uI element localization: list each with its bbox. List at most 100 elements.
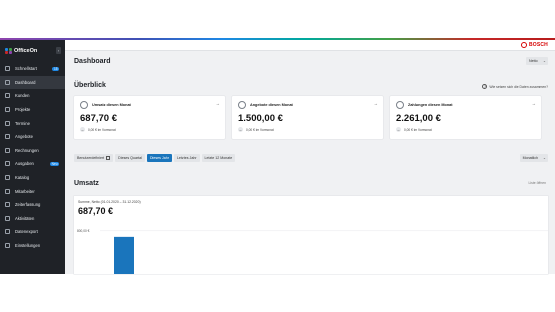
sidebar-badge: 15: [52, 66, 59, 71]
document-icon: [238, 101, 246, 109]
sidebar-item-label: Termine: [15, 120, 30, 126]
timetracking-icon: [5, 202, 10, 208]
catalog-icon: [5, 175, 10, 181]
custom-range-label: Benutzerdefiniert: [77, 156, 105, 160]
granularity-value: Monatlich: [522, 156, 538, 160]
sidebar-item-einstellungen[interactable]: Einstellungen: [0, 239, 65, 253]
granularity-select[interactable]: Monatlich ⌄: [519, 154, 548, 162]
sidebar-item-katalog[interactable]: Katalog: [0, 171, 65, 185]
offers-card[interactable]: Angebote diesen Monat → 1.500,00 € –0,00…: [232, 96, 383, 139]
bosch-ring-icon: [520, 42, 527, 48]
period-filters: Benutzerdefiniert Dieses Quartal Dieses …: [74, 154, 236, 162]
main-content: BOSCH Dashboard Netto ⌄ Überblick ? Wie …: [65, 40, 555, 274]
filter-last-year[interactable]: Letztes Jahr: [173, 154, 200, 162]
sidebar-item-ausgaben[interactable]: Ausgaben Neu: [0, 157, 65, 171]
sidebar-item-label: Zeiterfassung: [15, 202, 41, 208]
top-bar: BOSCH: [65, 40, 555, 51]
help-icon: ?: [482, 84, 488, 89]
customers-icon: [5, 93, 10, 99]
payments-card[interactable]: Zahlungen diesen Monat → 2.261,00 € –0,0…: [390, 96, 541, 139]
trend-flat-icon: –: [396, 127, 401, 132]
card-comparison: 0,00 € im Vormonat: [404, 127, 432, 132]
sidebar-item-termine[interactable]: Termine: [0, 116, 65, 130]
sidebar-item-label: Schnellstart: [15, 66, 37, 72]
sidebar-badge: Neu: [50, 161, 59, 167]
revenue-icon: [80, 101, 88, 109]
filter-this-year[interactable]: Dieses Jahr: [146, 154, 172, 162]
sidebar-item-label: Katalog: [15, 175, 30, 181]
sidebar-item-label: Dashboard: [15, 79, 36, 85]
filter-this-quarter[interactable]: Dieses Quartal: [115, 154, 145, 162]
sidebar-item-label: Datenexport: [15, 229, 38, 235]
data-help-text: Wie setzen sich die Daten zusammen?: [489, 84, 548, 89]
revenue-title: Umsatz: [74, 180, 99, 187]
sidebar-item-schnellstart[interactable]: Schnellstart 15: [0, 62, 65, 76]
app-brand: OfficeOn ‹: [5, 46, 63, 56]
chevron-down-icon: ⌄: [542, 59, 546, 63]
sidebar-item-label: Rechnungen: [15, 147, 39, 153]
settings-icon: [5, 243, 10, 249]
collapse-sidebar-button[interactable]: ‹: [56, 47, 61, 54]
sidebar-item-kunden[interactable]: Kunden: [0, 89, 65, 103]
sidebar-item-label: Projekte: [15, 107, 31, 113]
sidebar-item-dashboard[interactable]: Dashboard: [0, 75, 65, 90]
card-comparison: 0,00 € im Vormonat: [88, 127, 116, 132]
chart-subtitle: Summe, Netto (01.01.2020 – 31.12.2020): [78, 200, 141, 204]
arrow-right-icon[interactable]: →: [532, 101, 536, 106]
chart-total: 687,70 €: [78, 206, 114, 216]
netto-select-value: Netto: [529, 59, 538, 63]
sidebar-item-label: Angebote: [15, 134, 33, 140]
bosch-logo: BOSCH: [520, 42, 548, 48]
trend-flat-icon: –: [238, 127, 243, 132]
sidebar-item-label: Ausgaben: [15, 161, 34, 167]
sidebar-item-label: Kunden: [15, 93, 30, 99]
sidebar-item-angebote[interactable]: Angebote: [0, 130, 65, 144]
expenses-icon: [5, 161, 10, 167]
offers-icon: [5, 134, 10, 140]
revenue-chart-card: Summe, Netto (01.01.2020 – 31.12.2020) 6…: [74, 196, 548, 274]
projects-icon: [5, 107, 10, 113]
calendar-icon: [5, 120, 10, 126]
sidebar-item-aktivit-ten[interactable]: Aktivitäten: [0, 212, 65, 226]
open-list-link[interactable]: Liste öffnen: [529, 181, 546, 185]
sidebar-item-projekte[interactable]: Projekte: [0, 103, 65, 117]
sidebar-item-label: Mitarbeiter: [15, 188, 35, 194]
revenue-card[interactable]: Umsatz diesen Monat → 687,70 € –0,00 € i…: [74, 96, 225, 139]
bosch-wordmark: BOSCH: [528, 42, 548, 48]
rocket-icon: [5, 66, 10, 72]
revenue-chart: 800,00 €: [77, 229, 548, 274]
calendar-icon: [106, 156, 111, 160]
arrow-right-icon[interactable]: →: [374, 101, 378, 106]
sidebar-item-zeiterfassung[interactable]: Zeiterfassung: [0, 198, 65, 212]
netto-select[interactable]: Netto ⌄: [526, 57, 548, 65]
card-title: Zahlungen diesen Monat: [408, 103, 453, 107]
dashboard-icon: [5, 79, 10, 85]
sidebar-item-label: Aktivitäten: [15, 215, 35, 221]
sidebar-item-rechnungen[interactable]: Rechnungen: [0, 144, 65, 158]
sidebar-item-mitarbeiter[interactable]: Mitarbeiter: [0, 184, 65, 198]
invoices-icon: [5, 147, 10, 153]
payment-icon: [396, 101, 404, 109]
page-title: Dashboard: [74, 58, 111, 65]
card-value: 687,70 €: [80, 113, 117, 124]
sidebar-item-datenexport[interactable]: Datenexport: [0, 225, 65, 239]
card-value: 1.500,00 €: [238, 113, 283, 124]
card-title: Angebote diesen Monat: [250, 103, 293, 107]
card-comparison: 0,00 € im Vormonat: [246, 127, 274, 132]
app-name: OfficeOn: [14, 48, 38, 54]
sidebar-nav: Schnellstart 15 Dashboard Kunden Projekte Ter…: [0, 62, 65, 252]
arrow-right-icon[interactable]: →: [216, 101, 220, 106]
y-tick-label: 800,00 €: [77, 229, 90, 233]
card-title: Umsatz diesen Monat: [92, 103, 131, 107]
card-value: 2.261,00 €: [396, 113, 441, 124]
officeon-logo-icon: [5, 47, 12, 55]
chart-bar[interactable]: [114, 236, 134, 274]
filter-last-12-months[interactable]: Letzte 12 Monate: [201, 154, 236, 162]
custom-range-button[interactable]: Benutzerdefiniert: [74, 154, 114, 162]
trend-flat-icon: –: [80, 127, 85, 132]
sidebar-item-label: Einstellungen: [15, 243, 41, 249]
sidebar: OfficeOn ‹ Schnellstart 15 Dashboard Kunden…: [0, 40, 65, 274]
app-window: OfficeOn ‹ Schnellstart 15 Dashboard Kunden…: [0, 38, 555, 274]
data-help-link[interactable]: ? Wie setzen sich die Daten zusammen?: [482, 84, 548, 89]
employees-icon: [5, 188, 10, 194]
